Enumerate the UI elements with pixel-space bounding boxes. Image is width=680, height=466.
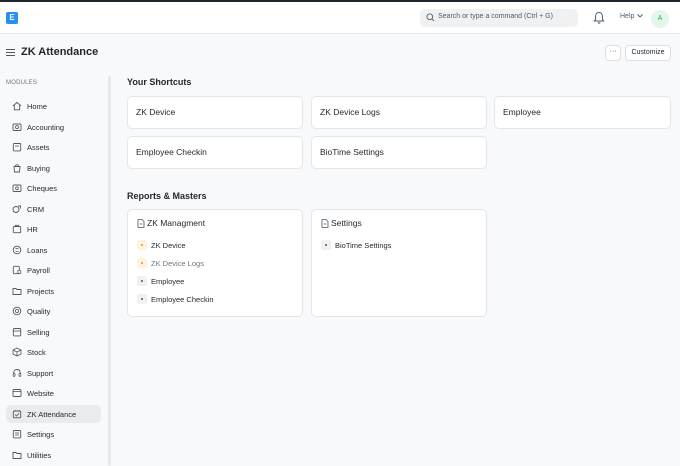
sidebar-item-home[interactable]: Home [6,97,101,115]
search-icon [426,13,435,22]
search-bar[interactable]: Search or type a command (Ctrl + G) [420,9,578,27]
customize-button[interactable]: Customize [625,45,671,61]
document-icon [321,218,329,228]
stock-icon [12,347,22,357]
user-avatar[interactable]: A [651,10,669,28]
accounting-icon [12,123,22,131]
document-icon [137,218,145,228]
link-zk-device[interactable]: ZK Device [137,240,186,252]
chevron-down-icon [637,14,644,18]
card-title: ZK Managment [147,218,206,228]
payroll-icon [12,265,22,275]
help-label: Help [620,13,635,20]
buying-icon [13,164,21,173]
dot-icon [137,294,147,304]
notification-bell-icon[interactable] [593,11,605,25]
home-icon [12,101,22,111]
sidebar-item-hr[interactable]: HR [6,220,101,238]
sidebar-item-support[interactable]: Support [6,364,101,382]
support-icon [12,369,22,377]
sidebar-item-payroll[interactable]: Payroll [6,261,101,279]
selling-icon [12,328,22,337]
assets-icon [12,143,22,152]
loans-icon [12,245,22,255]
projects-icon [12,288,22,295]
utilities-icon [12,452,22,459]
sidebar-item-assets[interactable]: Assets [6,138,101,156]
website-icon [12,389,22,397]
shortcuts-section-title: Your Shortcuts [127,77,192,87]
help-dropdown[interactable]: Help [620,13,644,20]
shortcut-biotime-settings[interactable]: BioTime Settings [311,136,487,169]
sidebar-item-buying[interactable]: Buying [6,159,101,177]
card-header: Settings [321,218,362,228]
cheques-icon [12,184,22,192]
sidebar-scrollbar[interactable] [108,76,111,466]
card-header: ZK Managment [137,218,205,228]
crm-icon [12,205,21,213]
page-title: ZK Attendance [21,46,99,58]
sidebar-item-settings[interactable]: Settings [6,425,101,443]
sidebar-item-crm[interactable]: CRM [6,200,101,218]
sidebar-item-loans[interactable]: Loans [6,241,101,259]
sidebar-section-label: MODULES [6,80,38,86]
card-title: Settings [331,218,362,228]
quality-icon [12,306,22,316]
sidebar-item-zk-attendance[interactable]: ZK Attendance [6,405,101,423]
shortcut-zk-device[interactable]: ZK Device [127,96,303,129]
report-card-zk-managment: ZK Managment ZK Device ZK Device Logs Em… [127,209,303,317]
dot-icon [321,240,331,250]
sidebar-item-cheques[interactable]: Cheques [6,179,101,197]
link-zk-device-logs[interactable]: ZK Device Logs [137,258,204,270]
link-employee[interactable]: Employee [137,276,184,288]
link-employee-checkin[interactable]: Employee Checkin [137,294,214,306]
sidebar-item-selling[interactable]: Selling [6,323,101,341]
warning-dot-icon [137,240,147,250]
link-biotime-settings[interactable]: BioTime Settings [321,240,391,252]
sidebar-item-projects[interactable]: Projects [6,282,101,300]
attendance-icon [12,410,22,419]
search-placeholder: Search or type a command (Ctrl + G) [438,13,553,20]
page-header: ZK Attendance ··· Customize [0,35,680,71]
sidebar-item-stock[interactable]: Stock [6,343,101,361]
sidebar-item-website[interactable]: Website [6,384,101,402]
sidebar: MODULES Home Accounting Assets Buying Ch… [0,76,108,466]
dot-icon [137,276,147,286]
sidebar-item-accounting[interactable]: Accounting [6,118,101,136]
app-logo[interactable]: E [6,12,18,24]
shortcut-employee-checkin[interactable]: Employee Checkin [127,136,303,169]
sidebar-item-quality[interactable]: Quality [6,302,101,320]
settings-icon [12,430,22,439]
report-card-settings: Settings BioTime Settings [311,209,487,317]
more-options-button[interactable]: ··· [605,45,621,61]
reports-section-title: Reports & Masters [127,191,207,201]
shortcut-employee[interactable]: Employee [494,96,671,129]
navbar: E Search or type a command (Ctrl + G) He… [0,2,680,34]
sidebar-toggle-icon[interactable] [6,49,15,57]
hr-icon [12,224,22,234]
sidebar-item-utilities[interactable]: Utilities [6,446,101,464]
warning-dot-icon [137,258,147,268]
shortcut-zk-device-logs[interactable]: ZK Device Logs [311,96,487,129]
